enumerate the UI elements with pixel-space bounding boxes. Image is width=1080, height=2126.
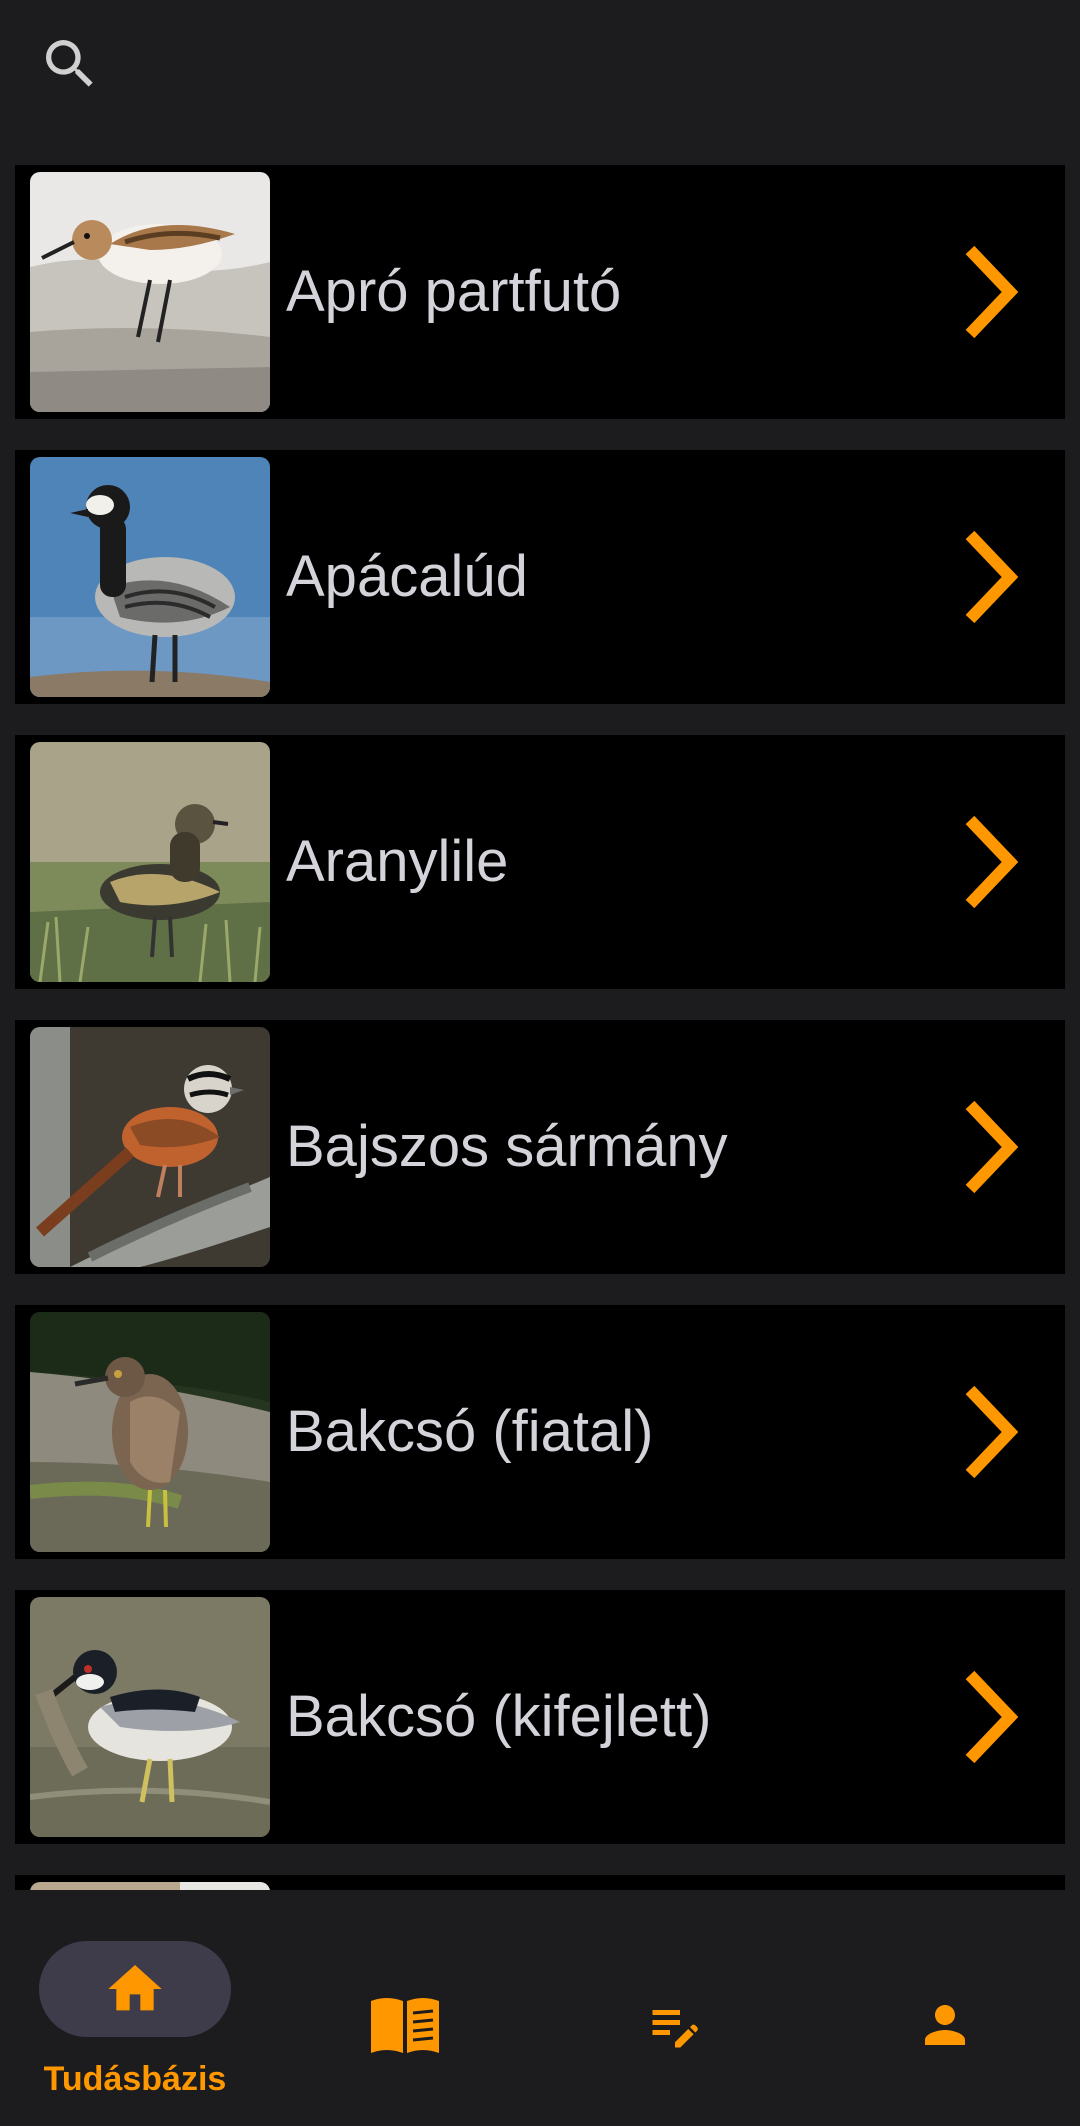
bird-thumbnail xyxy=(30,457,270,697)
bird-name: Apácalúd xyxy=(286,544,528,609)
bottom-navigation: Tudásbázis xyxy=(0,1890,1080,2126)
nav-item-profile[interactable] xyxy=(810,1890,1080,2126)
list-item[interactable]: Bakcsó (fiatal) xyxy=(15,1305,1065,1559)
bird-name: Bakcsó (fiatal) xyxy=(286,1399,654,1464)
bird-name: Aranylile xyxy=(286,829,509,894)
list-item[interactable]: Apácalúd xyxy=(15,450,1065,704)
bird-thumbnail xyxy=(30,742,270,982)
person-icon xyxy=(925,2005,965,2045)
search-icon xyxy=(46,40,93,87)
bird-thumbnail xyxy=(30,1312,270,1552)
nav-icon-wrap xyxy=(810,1989,1080,2061)
list-item[interactable]: Aranylile xyxy=(15,735,1065,989)
bird-thumbnail xyxy=(30,172,270,412)
nav-item-notes[interactable] xyxy=(540,1890,810,2126)
nav-icon-wrap xyxy=(540,1989,810,2061)
nav-icon-wrap xyxy=(270,1989,540,2061)
chevron-right-icon xyxy=(965,245,1019,339)
bird-list: Apró partfutó Apácalúd Aranylile Bajszos… xyxy=(15,165,1065,1890)
chevron-right-icon xyxy=(965,1385,1019,1479)
bird-name: Bakcsó (kifejlett) xyxy=(286,1684,712,1749)
nav-item-guide[interactable] xyxy=(270,1890,540,2126)
nav-item-knowledge-base[interactable]: Tudásbázis xyxy=(0,1890,270,2126)
top-bar xyxy=(0,0,1080,140)
book-icon xyxy=(371,1998,439,2053)
chevron-right-icon xyxy=(965,1670,1019,1764)
home-icon xyxy=(108,1965,162,2011)
edit-list-icon xyxy=(652,2010,698,2048)
bird-thumbnail xyxy=(30,1027,270,1267)
list-item[interactable] xyxy=(15,1875,1065,1890)
app-root: Apró partfutó Apácalúd Aranylile Bajszos… xyxy=(0,0,1080,2126)
bird-name: Apró partfutó xyxy=(286,259,622,324)
nav-active-indicator xyxy=(39,1941,231,2037)
chevron-right-icon xyxy=(965,815,1019,909)
list-item[interactable]: Bajszos sármány xyxy=(15,1020,1065,1274)
bird-name: Bajszos sármány xyxy=(286,1114,728,1179)
list-item[interactable]: Bakcsó (kifejlett) xyxy=(15,1590,1065,1844)
bird-thumbnail xyxy=(30,1597,270,1837)
nav-label: Tudásbázis xyxy=(43,2060,227,2098)
chevron-right-icon xyxy=(965,1100,1019,1194)
search-button[interactable] xyxy=(30,24,110,104)
bird-thumbnail xyxy=(30,1882,270,1890)
list-item[interactable]: Apró partfutó xyxy=(15,165,1065,419)
chevron-right-icon xyxy=(965,530,1019,624)
